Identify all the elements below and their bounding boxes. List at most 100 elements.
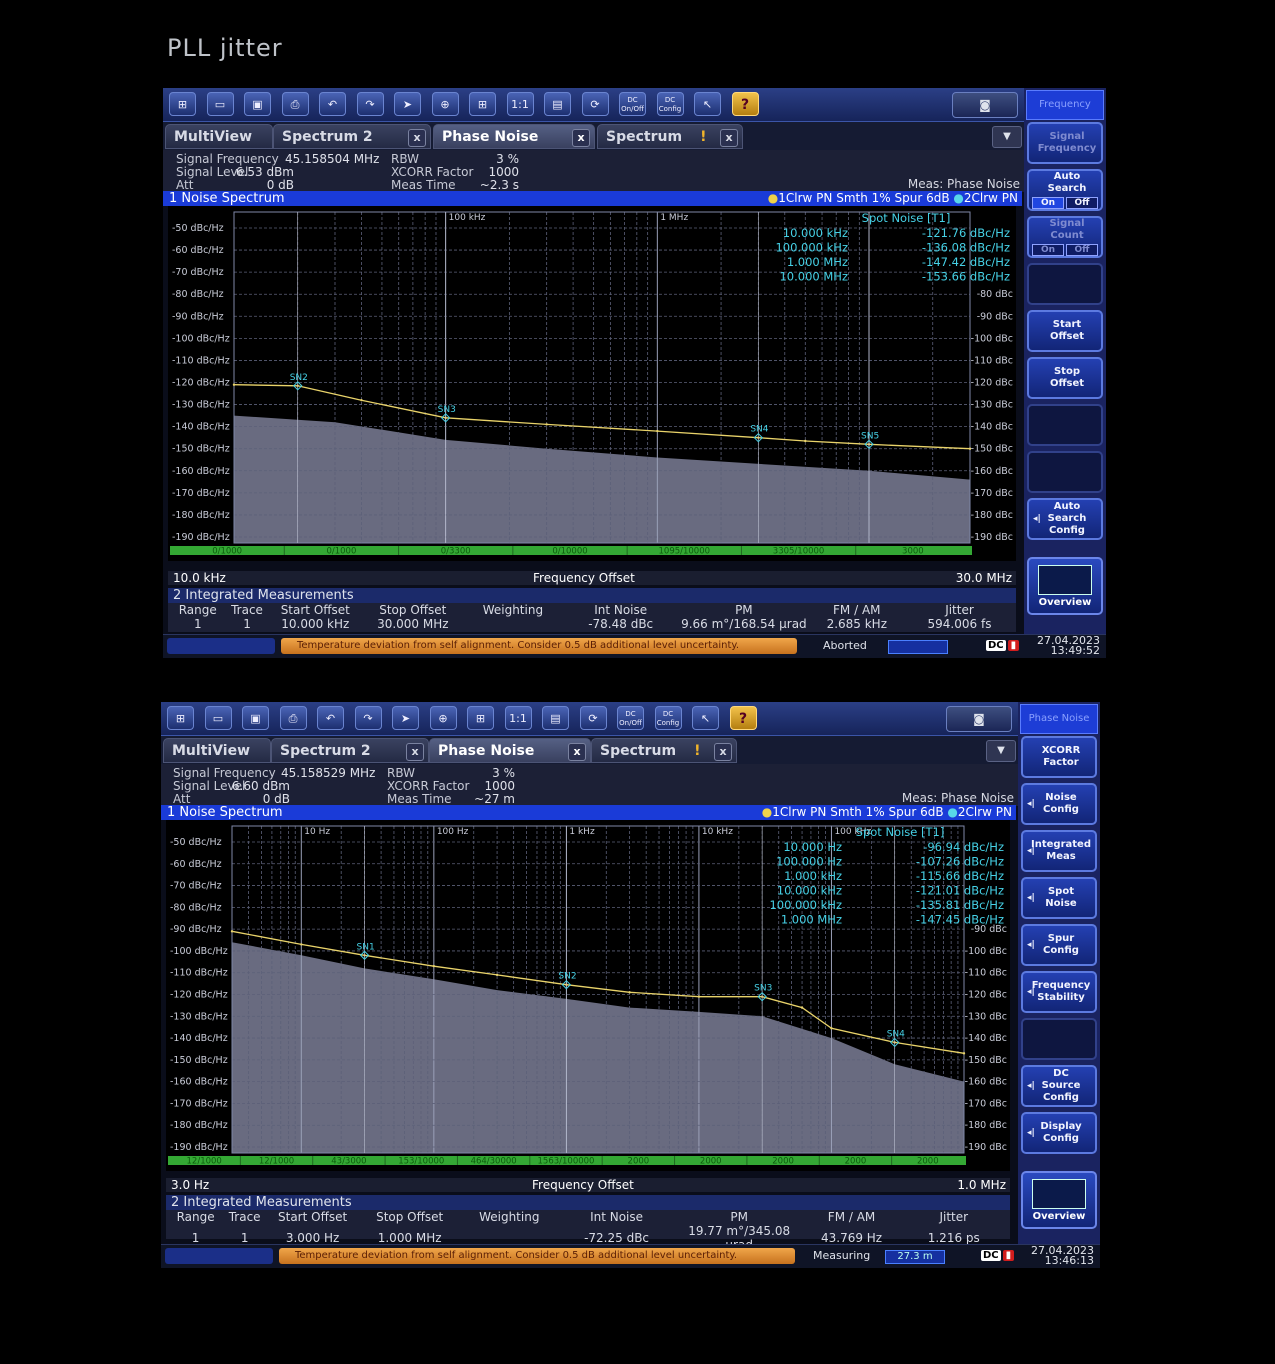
tab-dropdown-button[interactable]: ▼ [992,126,1022,148]
screenshot-button[interactable]: ◙ [952,92,1018,118]
pointer-icon[interactable]: ➤ [392,706,419,730]
toggle-off[interactable]: Off [1066,244,1098,256]
noise-spectrum-plot[interactable]: -50 dBc/Hz -60 dBc/Hz -70 dBc/Hz -80 dBc/Hz… [166,820,1010,1171]
sequencer-icon[interactable]: ⟳ [579,706,607,730]
print-icon[interactable]: ⎙ [279,706,307,730]
softkey-signal-frequency[interactable]: Signal Frequency [1027,122,1103,164]
close-icon[interactable]: x [408,129,426,147]
status-bar: Temperature deviation from self alignmen… [161,1244,1100,1268]
dc-config-icon[interactable]: DC Config [654,706,682,730]
softkey-menu-title: Frequency [1026,90,1104,120]
close-icon[interactable]: x [720,129,738,147]
toggle-on[interactable]: On [1032,197,1064,209]
y-tick-label-right: -140 dBc [965,1033,1007,1044]
print-icon[interactable]: ⎙ [281,92,309,116]
display-icon[interactable]: ▤ [544,92,571,116]
dc-onoff-icon[interactable]: DC On/Off [617,706,644,730]
trace-legend: ●1Clrw PN Smth 1% Spur 6dB ●2Clrw PN [761,805,1012,819]
softkey-frequency-stability[interactable]: ◂| Frequency Stability [1021,971,1097,1013]
tab-dropdown-button[interactable]: ▼ [986,740,1016,762]
zoom-area-icon[interactable]: ⊞ [467,706,494,730]
help-icon[interactable]: ? [729,706,757,730]
softkey-spot-noise[interactable]: ◂| Spot Noise [1021,877,1097,919]
toggle-off[interactable]: Off [1066,197,1098,209]
tab-multiview[interactable]: MultiView ▦ [163,738,271,784]
y-tick-label-right: -180 dBc [965,1120,1007,1131]
zoom-1to1-icon[interactable]: 1:1 [506,92,534,116]
close-icon[interactable]: x [568,743,586,761]
zoom-icon[interactable]: ⊕ [431,92,459,116]
overview-button[interactable]: Overview [1021,1171,1097,1229]
redo-icon[interactable]: ↷ [354,706,382,730]
help-icon[interactable]: ? [731,92,759,116]
display-icon[interactable]: ▤ [542,706,569,730]
integrated-measurements: 2 Integrated Measurements Range Trace Star… [166,1195,1010,1252]
submenu-arrow-icon: ◂| [1027,893,1035,903]
windows-icon[interactable]: ⊞ [167,706,194,730]
tab-phase-noise[interactable]: Phase Noise x [429,738,591,763]
spot-noise-title: Spot Noise [T1] [862,211,951,225]
softkey-spur-config[interactable]: ◂| Spur Config [1021,924,1097,966]
marker-label: SN4 [750,425,768,435]
softkey-auto-search-config[interactable]: ◂| Auto Search Config [1027,498,1103,540]
page-title: PLL jitter [167,34,283,62]
windows-icon[interactable]: ⊞ [169,92,196,116]
y-tick-label-right: -180 dBc [971,510,1013,521]
toggle-on[interactable]: On [1032,244,1064,256]
open-folder-icon[interactable]: ▭ [204,706,232,730]
status-message[interactable]: Temperature deviation from self alignmen… [279,1248,795,1264]
help-pointer-icon[interactable]: ↖ [692,706,719,730]
screenshot-button[interactable]: ◙ [946,706,1012,732]
range-segment-label: 43/3000 [331,1157,366,1167]
tab-multiview[interactable]: MultiView ▦ [165,124,273,170]
x-start-label: 10.0 kHz [173,571,226,585]
open-folder-icon[interactable]: ▭ [206,92,234,116]
y-tick-label: -130 dBc/Hz [170,1011,228,1022]
zoom-area-icon[interactable]: ⊞ [469,92,496,116]
dc-onoff-icon[interactable]: DC On/Off [619,92,646,116]
softkey-display-config[interactable]: ◂| Display Config [1021,1112,1097,1154]
spot-noise-offset: 100.000 kHz [769,898,842,912]
data-point [962,1052,966,1055]
noise-spectrum-plot[interactable]: -50 dBc/Hz -60 dBc/Hz -70 dBc/Hz -80 dBc/Hz… [168,206,1016,561]
tab-spectrum[interactable]: Spectrum! x [597,124,743,149]
status-message[interactable]: Temperature deviation from self alignmen… [281,638,797,654]
close-icon[interactable]: x [406,743,424,761]
tab-phase-noise[interactable]: Phase Noise x [433,124,595,149]
softkey-auto-search[interactable]: Auto Search On Off [1027,169,1103,211]
softkey-stop-offset[interactable]: Stop Offset [1027,357,1103,399]
range-segment-label: 2000 [700,1157,722,1167]
zoom-1to1-icon[interactable]: 1:1 [504,706,532,730]
softkey-panel: Frequency Signal Frequency Auto Search On Of… [1024,88,1106,635]
undo-icon[interactable]: ↶ [319,92,346,116]
window-title: 1 Noise Spectrum ●1Clrw PN Smth 1% Spur … [161,805,1016,820]
tab-spectrum-2[interactable]: Spectrum 2x [273,124,431,149]
save-icon[interactable]: ▣ [244,92,271,116]
redo-icon[interactable]: ↷ [356,92,384,116]
dc-config-icon[interactable]: DC Config [656,92,684,116]
softkey-signal-count[interactable]: Signal Count On Off [1027,216,1103,258]
tab-spectrum-2[interactable]: Spectrum 2x [271,738,429,763]
save-icon[interactable]: ▣ [242,706,269,730]
sequencer-icon[interactable]: ⟳ [581,92,609,116]
pointer-icon[interactable]: ➤ [394,92,421,116]
tab-spectrum[interactable]: Spectrum! x [591,738,737,763]
softkey-xcorr-factor[interactable]: XCORR Factor [1021,736,1097,778]
status-state: Aborted [823,639,867,652]
softkey-start-offset[interactable]: Start Offset [1027,310,1103,352]
integrated-header: Trace [228,1210,261,1224]
range-segment-label: 2000 [917,1157,939,1167]
data-point [432,964,436,968]
data-point [628,991,631,994]
integrated-header: FM / AM [827,1210,876,1224]
help-pointer-icon[interactable]: ↖ [694,92,721,116]
zoom-icon[interactable]: ⊕ [429,706,457,730]
progress-bar: 27.3 m [885,1250,945,1264]
softkey-integrated-meas[interactable]: ◂| Integrated Meas [1021,830,1097,872]
softkey-noise-config[interactable]: ◂| Noise Config [1021,783,1097,825]
undo-icon[interactable]: ↶ [317,706,344,730]
close-icon[interactable]: x [572,129,590,147]
close-icon[interactable]: x [714,743,732,761]
overview-button[interactable]: Overview [1027,557,1103,615]
softkey-dc-source-config[interactable]: ◂| DC Source Config [1021,1065,1097,1107]
